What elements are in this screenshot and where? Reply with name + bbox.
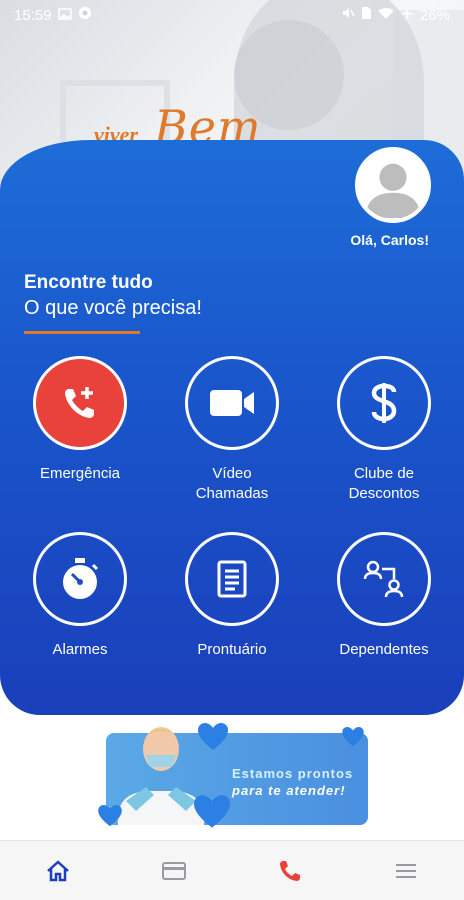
banner-line-2: para te atender! <box>232 783 346 798</box>
sim-icon <box>361 6 372 24</box>
heart-icon <box>198 723 228 750</box>
heart-icon <box>342 727 364 747</box>
nav-card[interactable] <box>144 846 204 896</box>
service-emergency[interactable]: Emergência <box>15 356 145 484</box>
service-label: Alarmes <box>52 641 108 658</box>
status-time: 15:59 <box>14 6 52 24</box>
nav-home[interactable] <box>28 846 88 896</box>
bottom-nav <box>0 840 464 900</box>
avatar[interactable] <box>355 147 431 223</box>
nav-menu[interactable] <box>376 846 436 896</box>
service-label: Dependentes <box>339 641 429 658</box>
airplane-icon <box>400 6 414 24</box>
home-icon <box>47 859 69 881</box>
circle-badge-icon <box>78 6 92 24</box>
stopwatch-icon <box>33 532 127 626</box>
service-label: Descontos <box>348 485 420 502</box>
banner-line-1: Estamos prontos <box>232 766 354 781</box>
service-label: Prontuário <box>197 641 267 658</box>
card-icon <box>162 861 186 880</box>
greeting-text: Olá, Carlos! <box>350 232 429 248</box>
service-records[interactable]: Prontuário <box>167 532 297 660</box>
service-label: Vídeo <box>212 465 252 482</box>
status-bar: 15:59 26% <box>0 0 464 30</box>
dollar-icon <box>337 356 431 450</box>
wifi-icon <box>378 7 394 24</box>
service-label: Emergência <box>39 465 121 482</box>
service-alarms[interactable]: Alarmes <box>15 532 145 660</box>
section-divider <box>24 331 140 334</box>
service-discount-club[interactable]: Clube de Descontos <box>319 356 449 504</box>
document-icon <box>185 532 279 626</box>
dependents-icon <box>337 532 431 626</box>
image-icon <box>57 7 72 24</box>
mute-icon <box>341 6 355 24</box>
phone-icon <box>280 860 300 881</box>
heart-icon <box>98 805 122 827</box>
service-label: Chamadas <box>195 485 269 502</box>
promo-banner[interactable]: Estamos prontos para te atender! <box>98 723 368 828</box>
service-label: Clube de <box>353 465 415 482</box>
service-video-calls[interactable]: Vídeo Chamadas <box>167 356 297 504</box>
phone-plus-icon <box>33 356 127 450</box>
section-title: Encontre tudo <box>24 272 153 293</box>
battery-percent: 26% <box>419 6 450 24</box>
section-subtitle: O que você precisa! <box>24 297 202 319</box>
video-camera-icon <box>185 356 279 450</box>
menu-icon <box>396 863 416 878</box>
service-dependents[interactable]: Dependentes <box>319 532 449 660</box>
heart-icon <box>194 795 230 828</box>
nav-phone[interactable] <box>260 846 320 896</box>
